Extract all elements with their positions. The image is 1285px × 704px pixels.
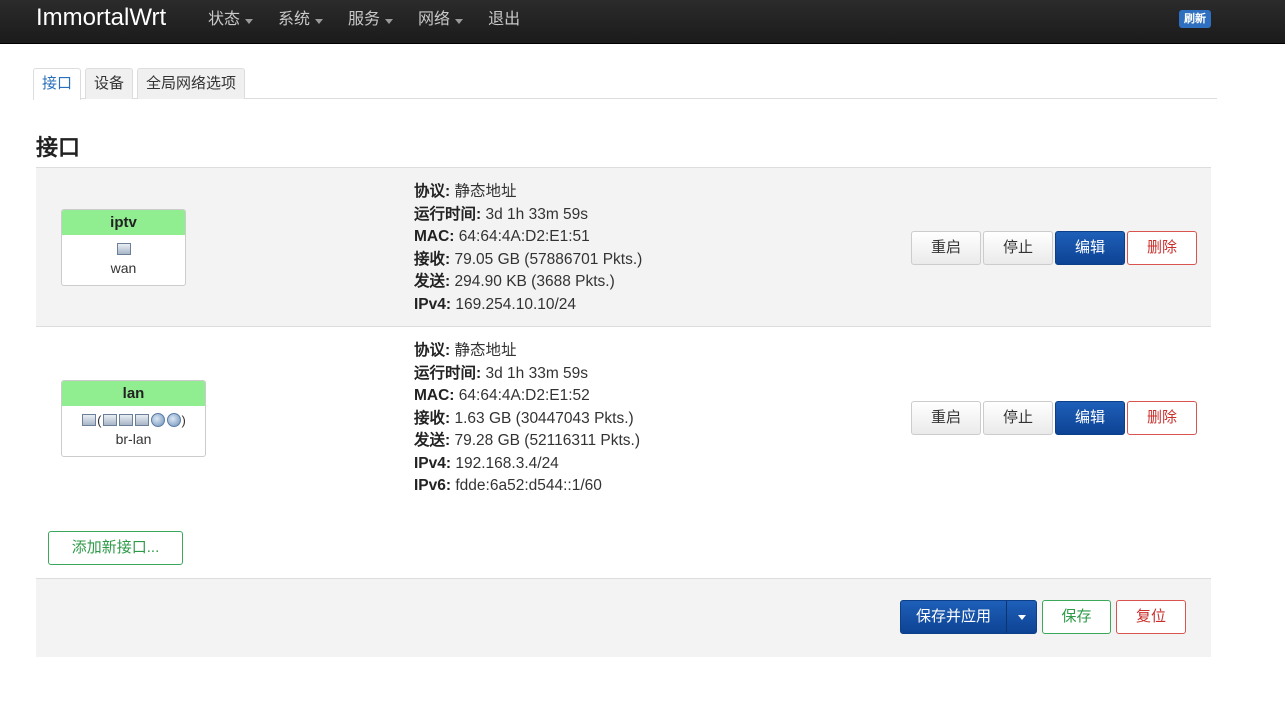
save-apply-split-button: 保存并应用 xyxy=(900,600,1037,634)
interface-badge-iptv: iptv wan xyxy=(61,209,186,286)
info-rx-value: 1.63 GB (30447043 Pkts.) xyxy=(454,409,634,427)
restart-button[interactable]: 重启 xyxy=(911,401,981,435)
tab-global-options[interactable]: 全局网络选项 xyxy=(137,68,246,99)
delete-button[interactable]: 删除 xyxy=(1127,231,1197,265)
delete-button[interactable]: 删除 xyxy=(1127,401,1197,435)
info-rx-value: 79.05 GB (57886701 Pkts.) xyxy=(454,250,643,268)
restart-button[interactable]: 重启 xyxy=(911,231,981,265)
wifi-icon xyxy=(150,413,165,427)
ethernet-port-icon xyxy=(118,414,133,426)
tab-devices[interactable]: 设备 xyxy=(85,68,134,99)
info-uptime-value: 3d 1h 33m 59s xyxy=(485,205,589,223)
info-protocol-value: 静态地址 xyxy=(454,183,517,200)
add-interface-button[interactable]: 添加新接口... xyxy=(48,531,183,565)
ethernet-port-icon xyxy=(102,414,117,426)
brand-logo[interactable]: ImmortalWrt xyxy=(36,3,166,33)
top-navbar: ImmortalWrt 状态 系统 服务 网络 退出 刷新 xyxy=(0,0,1285,44)
info-tx: 发送: 294.90 KB (3688 Pkts.) xyxy=(414,271,642,294)
info-uptime: 运行时间: 3d 1h 33m 59s xyxy=(414,363,640,386)
ethernet-port-icon xyxy=(134,414,149,426)
interface-icons: ( ) xyxy=(62,409,205,431)
info-ipv6-label: IPv6: xyxy=(414,477,452,494)
info-protocol: 协议: 静态地址 xyxy=(414,340,640,363)
menu-network-label: 网络 xyxy=(418,11,451,28)
chevron-down-icon xyxy=(385,18,394,24)
tab-bar: 接口 设备 全局网络选项 xyxy=(33,68,1217,100)
info-ipv4-label: IPv4: xyxy=(414,454,452,472)
reset-button[interactable]: 复位 xyxy=(1116,600,1186,634)
info-mac-value: 64:64:4A:D2:E1:51 xyxy=(458,228,590,245)
wifi-icon xyxy=(166,413,181,427)
interfaces-table: iptv wan 协议: 静态地址 运行时间: 3d 1h 33m 59s MA… xyxy=(36,167,1211,506)
refresh-badge[interactable]: 刷新 xyxy=(1179,10,1211,28)
interface-info: 协议: 静态地址 运行时间: 3d 1h 33m 59s MAC: 64:64:… xyxy=(414,340,640,498)
info-ipv6: IPv6: fdde:6a52:d544::1/60 xyxy=(414,475,640,498)
save-apply-dropdown-toggle[interactable] xyxy=(1007,601,1036,633)
info-mac-label: MAC: xyxy=(414,228,455,245)
interface-info: 协议: 静态地址 运行时间: 3d 1h 33m 59s MAC: 64:64:… xyxy=(414,181,642,316)
menu-services-label: 服务 xyxy=(348,11,381,28)
info-tx-value: 79.28 GB (52116311 Pkts.) xyxy=(454,432,641,449)
menu-system[interactable]: 系统 xyxy=(278,0,324,40)
info-ipv4: IPv4: 169.254.10.10/24 xyxy=(414,294,642,317)
info-rx-label: 接收: xyxy=(414,409,451,427)
edit-button[interactable]: 编辑 xyxy=(1055,401,1125,435)
interface-icons xyxy=(62,238,185,260)
info-uptime-value: 3d 1h 33m 59s xyxy=(485,364,589,382)
table-row: iptv wan 协议: 静态地址 运行时间: 3d 1h 33m 59s MA… xyxy=(36,167,1211,326)
stop-button[interactable]: 停止 xyxy=(983,401,1053,435)
save-button[interactable]: 保存 xyxy=(1042,600,1111,634)
table-row: lan ( ) br-lan 协议: 静态地址 运行时间: 3d 1h 33m … xyxy=(36,326,1211,506)
info-protocol: 协议: 静态地址 xyxy=(414,181,642,204)
info-mac: MAC: 64:64:4A:D2:E1:51 xyxy=(414,226,642,249)
chevron-down-icon xyxy=(245,18,254,24)
interface-badge-lan: lan ( ) br-lan xyxy=(61,380,206,457)
tab-interfaces[interactable]: 接口 xyxy=(33,68,82,100)
info-protocol-value: 静态地址 xyxy=(454,342,517,359)
info-tx-label: 发送: xyxy=(414,432,451,449)
menu-status[interactable]: 状态 xyxy=(208,0,254,40)
menu-logout[interactable]: 退出 xyxy=(488,0,520,40)
chevron-down-icon xyxy=(1017,614,1026,620)
info-protocol-label: 协议: xyxy=(414,183,451,200)
icons-paren-close: ) xyxy=(181,412,186,428)
bridge-icon xyxy=(82,414,97,426)
interface-device: wan xyxy=(110,260,137,276)
chevron-down-icon xyxy=(315,18,324,24)
info-uptime-label: 运行时间: xyxy=(414,364,482,382)
save-apply-button[interactable]: 保存并应用 xyxy=(901,601,1007,633)
page-title: 接口 xyxy=(36,135,81,160)
menu-logout-label: 退出 xyxy=(488,11,521,28)
info-rx-label: 接收: xyxy=(414,250,451,268)
icons-paren-open: ( xyxy=(97,412,102,428)
info-tx-label: 发送: xyxy=(414,273,451,290)
info-ipv4: IPv4: 192.168.3.4/24 xyxy=(414,453,640,476)
info-ipv4-value: 192.168.3.4/24 xyxy=(455,454,559,472)
info-rx: 接收: 79.05 GB (57886701 Pkts.) xyxy=(414,249,642,272)
menu-status-label: 状态 xyxy=(208,11,241,28)
main-menu: 状态 系统 服务 网络 退出 xyxy=(208,0,545,40)
ethernet-port-icon xyxy=(116,243,131,255)
info-mac: MAC: 64:64:4A:D2:E1:52 xyxy=(414,385,640,408)
info-tx-value: 294.90 KB (3688 Pkts.) xyxy=(454,273,615,290)
info-protocol-label: 协议: xyxy=(414,342,451,359)
menu-services[interactable]: 服务 xyxy=(348,0,394,40)
stop-button[interactable]: 停止 xyxy=(983,231,1053,265)
info-tx: 发送: 79.28 GB (52116311 Pkts.) xyxy=(414,430,640,453)
info-ipv4-label: IPv4: xyxy=(414,295,452,313)
info-ipv6-value: fdde:6a52:d544::1/60 xyxy=(455,477,602,494)
menu-system-label: 系统 xyxy=(278,11,311,28)
info-rx: 接收: 1.63 GB (30447043 Pkts.) xyxy=(414,408,640,431)
info-mac-value: 64:64:4A:D2:E1:52 xyxy=(458,387,590,404)
interface-device: br-lan xyxy=(115,431,152,447)
interface-name: iptv xyxy=(62,210,185,235)
info-mac-label: MAC: xyxy=(414,387,455,404)
edit-button[interactable]: 编辑 xyxy=(1055,231,1125,265)
menu-network[interactable]: 网络 xyxy=(418,0,464,40)
info-uptime: 运行时间: 3d 1h 33m 59s xyxy=(414,204,642,227)
info-ipv4-value: 169.254.10.10/24 xyxy=(455,295,577,313)
info-uptime-label: 运行时间: xyxy=(414,205,482,223)
interface-name: lan xyxy=(62,381,205,406)
chevron-down-icon xyxy=(455,18,464,24)
